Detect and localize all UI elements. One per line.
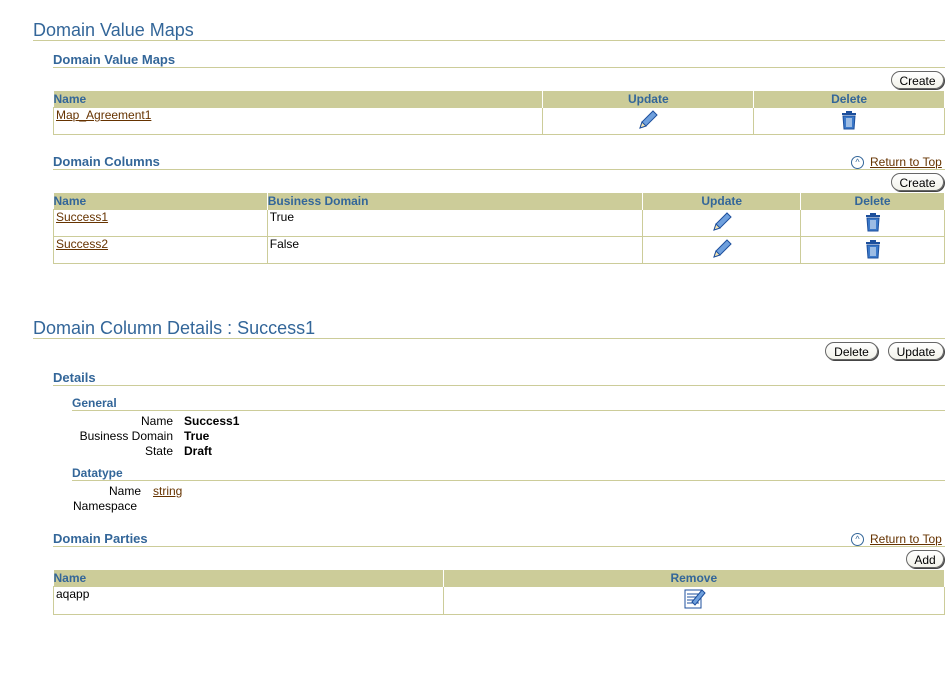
general-business-domain-label: Business Domain bbox=[79, 429, 173, 443]
details-page-title: Domain Column Details : Success1 bbox=[33, 318, 316, 338]
pencil-icon[interactable] bbox=[636, 109, 660, 134]
delete-column-button[interactable]: Delete bbox=[825, 342, 878, 360]
pencil-icon[interactable] bbox=[710, 211, 734, 236]
datatype-name-label: Name bbox=[108, 484, 141, 498]
up-arrow-icon: ^ bbox=[851, 156, 864, 170]
party-name-cell: aqapp bbox=[53, 586, 444, 615]
details-section-rule bbox=[53, 385, 945, 386]
create-map-button[interactable]: Create bbox=[891, 71, 944, 89]
columns-col-update: Update bbox=[642, 193, 802, 210]
table-row: Success1 True bbox=[53, 209, 945, 237]
datatype-subsection-title: Datatype bbox=[72, 466, 123, 480]
maps-col-delete: Delete bbox=[753, 91, 945, 108]
columns-col-name: Name bbox=[53, 193, 268, 210]
table-row: Success2 False bbox=[53, 236, 945, 264]
parties-col-name: Name bbox=[53, 570, 444, 587]
parties-section-rule bbox=[53, 546, 945, 547]
trash-icon[interactable] bbox=[840, 110, 858, 133]
parties-section-title: Domain Parties bbox=[53, 531, 148, 546]
columns-table: Name Business Domain Update Delete Succe… bbox=[53, 193, 945, 264]
up-arrow-icon: ^ bbox=[851, 533, 864, 547]
return-to-top-link-1[interactable]: ^ Return to Top bbox=[851, 155, 942, 170]
general-name-value: Success1 bbox=[184, 414, 240, 428]
update-column-button[interactable]: Update bbox=[888, 342, 944, 360]
column-name-link[interactable]: Success1 bbox=[56, 210, 108, 224]
general-name-label: Name bbox=[140, 414, 173, 428]
columns-section-title: Domain Columns bbox=[53, 154, 160, 169]
general-subsection-rule bbox=[72, 410, 945, 411]
business-domain-cell: True bbox=[266, 209, 644, 237]
general-business-domain-value: True bbox=[184, 429, 210, 443]
maps-col-update: Update bbox=[542, 91, 755, 108]
details-title-rule bbox=[33, 338, 945, 339]
trash-icon[interactable] bbox=[864, 239, 882, 262]
maps-section-title: Domain Value Maps bbox=[53, 52, 176, 67]
details-section-title: Details bbox=[53, 370, 96, 385]
general-state-value: Draft bbox=[184, 444, 213, 458]
maps-section-rule bbox=[53, 67, 945, 68]
datatype-subsection-rule bbox=[72, 480, 945, 481]
datatype-name-link[interactable]: string bbox=[153, 484, 182, 498]
return-to-top-text[interactable]: Return to Top bbox=[870, 532, 942, 546]
maps-table: Name Update Delete Map_Agreement1 bbox=[52, 91, 945, 135]
add-party-button[interactable]: Add bbox=[906, 550, 944, 568]
return-to-top-text[interactable]: Return to Top bbox=[870, 155, 942, 169]
columns-col-business-domain: Business Domain bbox=[267, 193, 644, 210]
remove-icon[interactable] bbox=[682, 589, 706, 614]
pencil-icon[interactable] bbox=[710, 238, 734, 263]
table-row: Map_Agreement1 bbox=[52, 107, 945, 135]
general-state-label: State bbox=[144, 444, 173, 458]
map-name-link[interactable]: Map_Agreement1 bbox=[56, 108, 151, 122]
column-name-link[interactable]: Success2 bbox=[56, 237, 108, 251]
business-domain-cell: False bbox=[266, 236, 644, 264]
datatype-namespace-label: Namespace bbox=[73, 499, 138, 513]
return-to-top-link-2[interactable]: ^ Return to Top bbox=[851, 532, 942, 547]
create-column-button[interactable]: Create bbox=[891, 173, 944, 191]
maps-col-name: Name bbox=[53, 91, 544, 108]
columns-col-delete: Delete bbox=[800, 193, 945, 210]
page-title: Domain Value Maps bbox=[33, 20, 194, 40]
parties-col-remove: Remove bbox=[443, 570, 946, 587]
general-subsection-title: General bbox=[72, 396, 117, 410]
trash-icon[interactable] bbox=[864, 212, 882, 235]
parties-table: Name Remove aqapp bbox=[53, 570, 946, 615]
columns-section-rule bbox=[53, 169, 945, 170]
table-row: aqapp bbox=[53, 586, 946, 615]
page-title-rule bbox=[33, 40, 945, 41]
